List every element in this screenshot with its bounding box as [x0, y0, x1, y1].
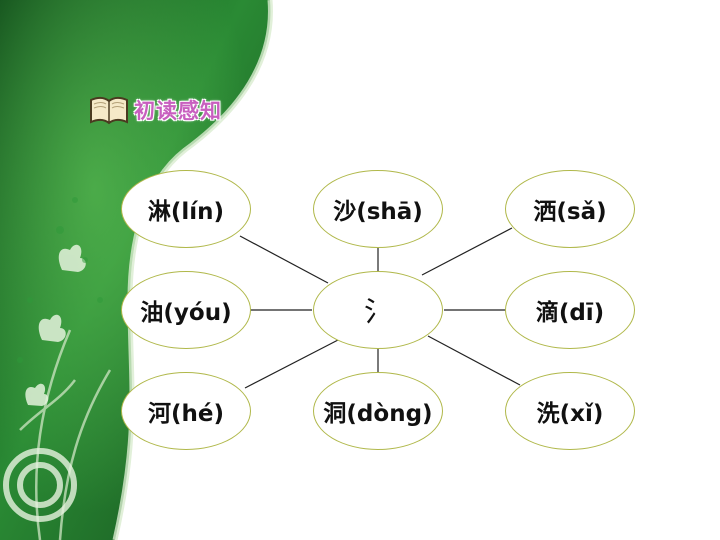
connector-line-lin: [239, 235, 329, 284]
word-node-sa: 洒(sǎ): [505, 170, 635, 248]
connector-line-xi: [427, 335, 521, 386]
word-node-dong: 洞(dòng): [313, 372, 443, 450]
word-node-di: 滴(dī): [505, 271, 635, 349]
connector-line-sa: [421, 227, 513, 276]
connector-lines: [239, 227, 521, 389]
center-radical-node: 氵: [313, 271, 443, 349]
word-node-lin: 淋(lín): [121, 170, 251, 248]
word-node-xi: 洗(xǐ): [505, 372, 635, 450]
word-node-he: 河(hé): [121, 372, 251, 450]
word-node-you: 油(yóu): [121, 271, 251, 349]
connector-line-he: [244, 339, 339, 389]
word-node-sha: 沙(shā): [313, 170, 443, 248]
